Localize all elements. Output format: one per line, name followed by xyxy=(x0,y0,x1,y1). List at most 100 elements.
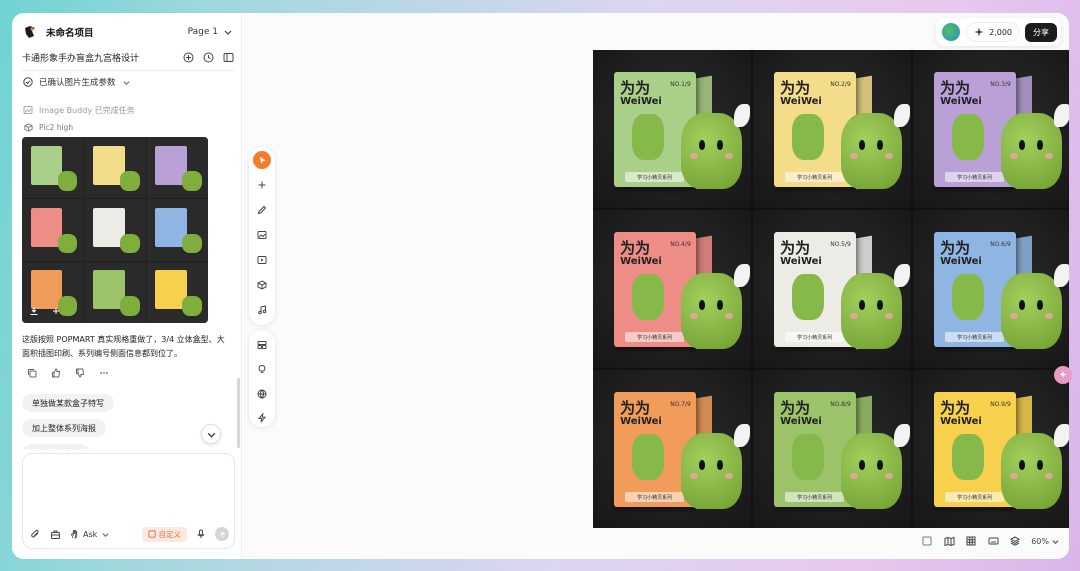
box-brand: 为为 WeiWei xyxy=(780,81,822,109)
image-tool[interactable] xyxy=(253,226,271,244)
music-icon xyxy=(258,305,267,315)
series-label: 学习小精灵系列 xyxy=(625,172,685,182)
figure-cheek xyxy=(689,472,699,479)
keyboard-icon[interactable] xyxy=(987,535,999,547)
layout-tool[interactable] xyxy=(253,336,271,354)
cursor-icon xyxy=(259,156,266,164)
cube-icon xyxy=(22,121,34,133)
idea-tool[interactable] xyxy=(253,361,271,379)
quick-action-tool[interactable] xyxy=(253,410,271,428)
history-icon[interactable] xyxy=(202,51,214,63)
brand-en: WeiWei xyxy=(620,256,662,268)
composer-toolbar: Ask 自定义 xyxy=(29,526,229,542)
zoom-value: 60% xyxy=(1031,536,1049,546)
figure-eye xyxy=(1019,460,1025,471)
message-composer[interactable]: Ask 自定义 xyxy=(22,453,235,549)
more-icon[interactable] xyxy=(98,367,110,379)
suggestion-chip[interactable]: 加上整体系列海报 xyxy=(22,419,106,437)
assistant-float-icon[interactable]: ✦ xyxy=(1054,366,1072,384)
chevron-down-icon xyxy=(1052,539,1059,544)
select-tool[interactable] xyxy=(253,151,271,169)
audio-tool[interactable] xyxy=(253,301,271,319)
figure-wing xyxy=(734,424,750,447)
figure-cheek xyxy=(689,152,699,159)
canvas-toolbar-secondary xyxy=(249,330,275,427)
3d-tool[interactable] xyxy=(253,276,271,294)
add-to-canvas-icon[interactable] xyxy=(50,305,62,317)
download-icon[interactable] xyxy=(28,305,40,317)
custom-settings-label: 自定义 xyxy=(158,529,182,539)
plus-icon xyxy=(258,181,266,189)
confirm-params-row[interactable]: 已确认图片生成参数 xyxy=(22,74,133,90)
thumb-cell xyxy=(146,137,208,199)
box-print-figure xyxy=(791,113,825,160)
video-tool[interactable] xyxy=(253,251,271,269)
grid-icon[interactable] xyxy=(965,535,977,547)
map-icon[interactable] xyxy=(943,535,955,547)
add-tool[interactable] xyxy=(253,176,271,194)
pen-icon xyxy=(257,205,267,215)
briefcase-icon[interactable] xyxy=(49,528,61,540)
mode-selector[interactable]: Ask xyxy=(69,528,111,540)
brand-en: WeiWei xyxy=(780,416,822,428)
blind-box-cell: 为为 WeiWei NO.5/9 学习小精灵系列 xyxy=(753,210,911,368)
figure-eye xyxy=(877,460,883,471)
series-label: 学习小精灵系列 xyxy=(945,332,1005,342)
thumbs-up-icon[interactable] xyxy=(50,367,62,379)
artboard-nine-grid[interactable]: 为为 WeiWei NO.1/9 学习小精灵系列 为为 WeiWei NO.2/9 学习小精灵… xyxy=(593,50,1069,528)
top-right-bar: 2,000 分享 xyxy=(936,18,1061,46)
chat-scrollbar[interactable] xyxy=(237,378,240,448)
lightning-icon xyxy=(257,413,267,423)
scroll-to-bottom-button[interactable] xyxy=(201,424,221,444)
zoom-selector[interactable]: 60% xyxy=(1031,537,1059,546)
new-chat-icon[interactable] xyxy=(182,51,194,63)
microphone-icon[interactable] xyxy=(195,528,207,540)
confirm-params-label: 已确认图片生成参数 xyxy=(39,78,116,88)
thumb-cell xyxy=(84,199,146,261)
sidebar-toggle-icon[interactable] xyxy=(222,51,234,63)
figure xyxy=(841,264,910,350)
pen-tool[interactable] xyxy=(253,201,271,219)
copy-icon[interactable] xyxy=(26,367,38,379)
figure-eye xyxy=(1019,300,1025,311)
figure-cheek xyxy=(724,312,734,319)
box-print-figure xyxy=(951,273,985,320)
task-status-row: Image Buddy 已完成任务 xyxy=(22,103,135,117)
app-logo-icon[interactable] xyxy=(22,24,38,40)
blind-box-cell: 为为 WeiWei NO.4/9 学习小精灵系列 xyxy=(593,210,751,368)
figure-eye xyxy=(1019,140,1025,151)
square-icon[interactable] xyxy=(921,535,933,547)
box-brand: 为为 WeiWei xyxy=(620,81,662,109)
page-selector[interactable]: Page 1 xyxy=(188,26,234,38)
generated-image-thumbnail[interactable] xyxy=(22,137,208,323)
figure-cheek xyxy=(1009,152,1019,159)
chevron-down-icon xyxy=(222,26,234,38)
attach-icon[interactable] xyxy=(29,528,41,540)
avatar[interactable] xyxy=(942,23,961,41)
thumbs-down-icon[interactable] xyxy=(74,367,86,379)
globe-tool[interactable] xyxy=(253,385,271,403)
box-print-figure xyxy=(951,113,985,160)
share-button[interactable]: 分享 xyxy=(1025,22,1057,42)
canvas-toolbar xyxy=(249,147,275,325)
figure-wing xyxy=(894,264,910,287)
box-print-figure xyxy=(791,433,825,480)
canvas[interactable]: 为为 WeiWei NO.1/9 学习小精灵系列 为为 WeiWei NO.2/9 学习小精灵… xyxy=(243,13,1069,559)
send-button[interactable] xyxy=(215,527,229,541)
model-label: Pic2 high xyxy=(39,122,74,132)
check-circle-icon xyxy=(22,76,34,88)
layers-icon[interactable] xyxy=(1009,535,1021,547)
figure-eye xyxy=(699,460,705,471)
divider xyxy=(22,70,234,71)
app-window: 未命名项目 Page 1 卡通形象手办盲盒九宫格设计 已确认图片生成参数 Ima… xyxy=(12,13,1069,559)
figure-eye xyxy=(717,460,723,471)
custom-settings-button[interactable]: 自定义 xyxy=(141,526,187,542)
suggestion-chip[interactable]: 单独做某款盒子特写 xyxy=(22,394,114,412)
figure-cheek xyxy=(884,312,894,319)
figure-eye xyxy=(1037,460,1043,471)
project-name[interactable]: 未命名项目 xyxy=(46,25,94,39)
figure-eye xyxy=(859,300,865,311)
figure-wing xyxy=(1054,264,1069,287)
thumb-cell xyxy=(84,137,146,199)
credits-badge[interactable]: 2,000 xyxy=(966,22,1019,42)
